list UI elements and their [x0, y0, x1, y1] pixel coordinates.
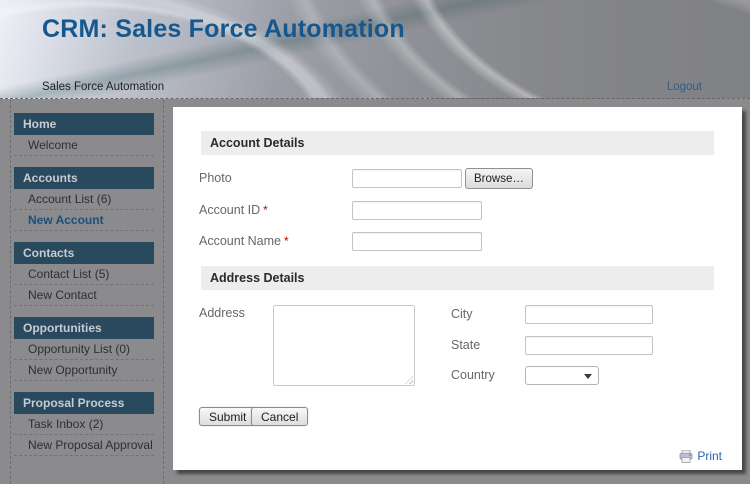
- app-header: CRM: Sales Force Automation Sales Force …: [0, 0, 750, 99]
- sidebar-header-accounts: Accounts: [14, 167, 154, 189]
- chevron-down-icon: [584, 374, 592, 379]
- sidebar-item-opportunity-list[interactable]: Opportunity List (0): [14, 339, 154, 360]
- submit-button[interactable]: Submit: [199, 407, 257, 426]
- content-panel: Account Details Photo Browse… Account ID…: [173, 107, 742, 470]
- sidebar-item-new-account[interactable]: New Account: [14, 210, 154, 231]
- address-details-section-header: Address Details: [201, 266, 714, 290]
- required-marker: *: [263, 203, 268, 217]
- country-label: Country: [451, 368, 495, 382]
- account-id-label-text: Account ID: [199, 203, 261, 217]
- sidebar-item-welcome[interactable]: Welcome: [14, 135, 154, 156]
- sidebar-section-opportunities: Opportunities Opportunity List (0) New O…: [14, 317, 154, 381]
- sidebar-item-task-inbox[interactable]: Task Inbox (2): [14, 414, 154, 435]
- country-select[interactable]: [525, 366, 599, 385]
- account-details-section-header: Account Details: [201, 131, 714, 155]
- cancel-button[interactable]: Cancel: [251, 407, 309, 426]
- breadcrumb: Sales Force Automation: [42, 81, 165, 93]
- page-title: CRM: Sales Force Automation: [42, 15, 405, 43]
- account-id-label: Account ID *: [199, 203, 268, 217]
- browse-button[interactable]: Browse…: [465, 168, 533, 189]
- state-input[interactable]: [525, 336, 653, 355]
- print-link[interactable]: Print: [679, 449, 722, 463]
- sidebar-header-home: Home: [14, 113, 154, 135]
- sidebar-section-proposal-process: Proposal Process Task Inbox (2) New Prop…: [14, 392, 154, 456]
- sidebar-item-contact-list[interactable]: Contact List (5): [14, 264, 154, 285]
- photo-file-input[interactable]: [352, 169, 462, 188]
- required-marker: *: [283, 234, 289, 248]
- account-name-label: Account Name *: [199, 234, 289, 248]
- account-name-label-text: Account Name: [199, 234, 281, 248]
- sidebar-section-accounts: Accounts Account List (6) New Account: [14, 167, 154, 231]
- sidebar-header-proposal-process: Proposal Process: [14, 392, 154, 414]
- city-label: City: [451, 307, 473, 321]
- printer-icon: [679, 449, 693, 463]
- sidebar-section-contacts: Contacts Contact List (5) New Contact: [14, 242, 154, 306]
- account-name-input[interactable]: [352, 232, 482, 251]
- sidebar: Home Welcome Accounts Account List (6) N…: [0, 100, 172, 484]
- sidebar-header-opportunities: Opportunities: [14, 317, 154, 339]
- state-label: State: [451, 338, 481, 352]
- account-id-input[interactable]: [352, 201, 482, 220]
- city-input[interactable]: [525, 305, 653, 324]
- sidebar-item-new-proposal-approval[interactable]: New Proposal Approval: [14, 435, 154, 456]
- sidebar-section-home: Home Welcome: [14, 113, 154, 156]
- sidebar-item-account-list[interactable]: Account List (6): [14, 189, 154, 210]
- sidebar-header-contacts: Contacts: [14, 242, 154, 264]
- sidebar-item-new-opportunity[interactable]: New Opportunity: [14, 360, 154, 381]
- address-label: Address: [199, 306, 245, 320]
- photo-label: Photo: [199, 171, 232, 185]
- address-textarea[interactable]: [273, 305, 415, 386]
- sidebar-item-new-contact[interactable]: New Contact: [14, 285, 154, 306]
- print-link-label: Print: [697, 449, 722, 463]
- logout-link[interactable]: Logout: [667, 81, 702, 93]
